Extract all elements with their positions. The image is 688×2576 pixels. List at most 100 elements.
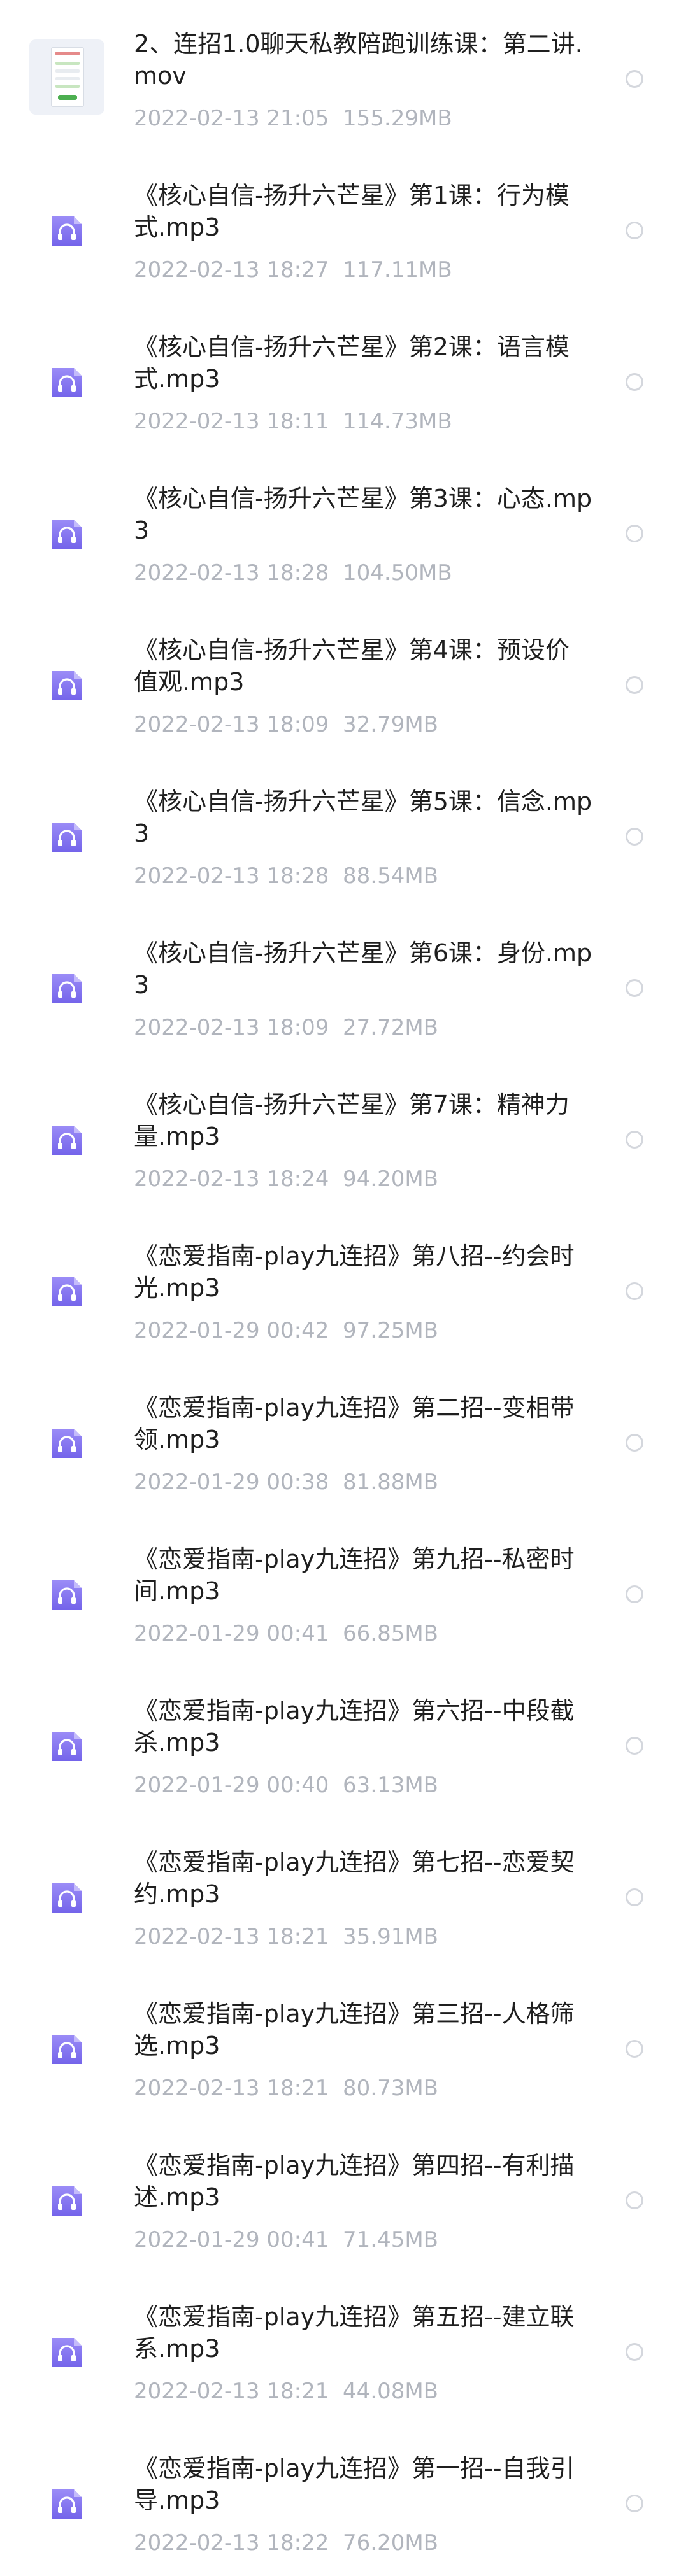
file-size: 80.73MB: [343, 2076, 439, 2101]
file-date: 2022-02-13: [134, 1924, 260, 1950]
file-name: 《核心自信-扬升六芒星》第5课：信念.mp3: [134, 788, 592, 847]
file-name: 《恋爱指南-play九连招》第九招--私密时间.mp3: [134, 1545, 575, 1605]
file-size: 155.29MB: [343, 106, 452, 131]
file-list-item[interactable]: 《恋爱指南-play九连招》第九招--私密时间.mp3 2022-01-29 00…: [0, 1515, 688, 1667]
select-radio-icon[interactable]: [626, 1434, 643, 1452]
select-radio-icon[interactable]: [626, 525, 643, 542]
file-meta: 2022-02-13 18:09 27.72MB: [134, 1015, 438, 1040]
headphones-icon: [48, 667, 85, 704]
headphones-icon: [48, 213, 85, 250]
file-time: 18:24: [266, 1166, 329, 1192]
file-date: 2022-01-29: [134, 1318, 260, 1343]
file-list-item[interactable]: 《恋爱指南-play九连招》第一招--自我引导.mp3 2022-02-13 18…: [0, 2424, 688, 2576]
file-name: 《恋爱指南-play九连招》第五招--建立联系.mp3: [134, 2303, 575, 2363]
headphones-icon: [48, 1122, 85, 1159]
file-list-item[interactable]: 《恋爱指南-play九连招》第七招--恋爱契约.mp3 2022-02-13 18…: [0, 1818, 688, 1970]
headphones-icon: [48, 819, 85, 856]
file-list-item[interactable]: 《核心自信-扬升六芒星》第1课：行为模式.mp3 2022-02-13 18:27…: [0, 152, 688, 303]
file-size: 88.54MB: [343, 863, 439, 889]
file-name: 《核心自信-扬升六芒星》第2课：语言模式.mp3: [134, 333, 570, 393]
file-name: 《核心自信-扬升六芒星》第6课：身份.mp3: [134, 939, 592, 999]
file-list: 2、连招1.0聊天私教陪跑训练课：第二讲.mov 2022-02-13 21:05…: [0, 0, 688, 2576]
file-date: 2022-02-13: [134, 1166, 260, 1192]
file-meta: 2022-02-13 18:09 32.79MB: [134, 712, 438, 737]
file-time: 18:09: [266, 712, 329, 737]
file-time: 00:41: [266, 2227, 329, 2253]
headphones-icon: [48, 1879, 85, 1916]
select-radio-icon[interactable]: [626, 828, 643, 846]
select-radio-icon[interactable]: [626, 2343, 643, 2361]
headphones-icon: [48, 364, 85, 401]
file-list-item[interactable]: 《核心自信-扬升六芒星》第4课：预设价值观.mp3 2022-02-13 18:0…: [0, 606, 688, 758]
file-size: 66.85MB: [343, 1621, 439, 1646]
file-meta: 2022-01-29 00:41 66.85MB: [134, 1621, 438, 1646]
file-list-item[interactable]: 《恋爱指南-play九连招》第二招--变相带领.mp3 2022-01-29 00…: [0, 1364, 688, 1515]
select-radio-icon[interactable]: [626, 222, 643, 239]
file-name: 《恋爱指南-play九连招》第一招--自我引导.mp3: [134, 2454, 575, 2514]
file-date: 2022-02-13: [134, 409, 260, 434]
headphones-icon: [48, 2334, 85, 2371]
file-list-item[interactable]: 《恋爱指南-play九连招》第五招--建立联系.mp3 2022-02-13 18…: [0, 2273, 688, 2424]
file-list-item[interactable]: 《恋爱指南-play九连招》第六招--中段截杀.mp3 2022-01-29 00…: [0, 1667, 688, 1818]
file-meta: 2022-02-13 18:22 76.20MB: [134, 2530, 438, 2556]
file-size: 94.20MB: [343, 1166, 439, 1192]
file-date: 2022-02-13: [134, 257, 260, 283]
file-size: 27.72MB: [343, 1015, 439, 1040]
file-list-item[interactable]: 《恋爱指南-play九连招》第八招--约会时光.mp3 2022-01-29 00…: [0, 1212, 688, 1364]
select-radio-icon[interactable]: [626, 1585, 643, 1603]
headphones-icon: [48, 1425, 85, 1462]
file-time: 18:21: [266, 2076, 329, 2101]
file-name: 《恋爱指南-play九连招》第四招--有利描述.mp3: [134, 2151, 575, 2211]
file-name: 《核心自信-扬升六芒星》第4课：预设价值观.mp3: [134, 636, 570, 696]
headphones-icon: [48, 2031, 85, 2068]
file-size: 44.08MB: [343, 2379, 439, 2404]
select-radio-icon[interactable]: [626, 1888, 643, 1906]
file-size: 117.11MB: [343, 257, 452, 283]
select-radio-icon[interactable]: [626, 979, 643, 997]
file-name: 《恋爱指南-play九连招》第二招--变相带领.mp3: [134, 1394, 575, 1454]
file-name: 《恋爱指南-play九连招》第三招--人格筛选.mp3: [134, 2000, 575, 2060]
file-meta: 2022-02-13 18:24 94.20MB: [134, 1166, 438, 1192]
file-list-item[interactable]: 2、连招1.0聊天私教陪跑训练课：第二讲.mov 2022-02-13 21:05…: [0, 0, 688, 152]
file-size: 63.13MB: [343, 1773, 439, 1798]
headphones-icon: [48, 970, 85, 1007]
select-radio-icon[interactable]: [626, 1282, 643, 1300]
file-size: 76.20MB: [343, 2530, 439, 2556]
select-radio-icon[interactable]: [626, 2191, 643, 2209]
file-time: 18:21: [266, 1924, 329, 1950]
headphones-icon: [48, 516, 85, 553]
file-list-item[interactable]: 《核心自信-扬升六芒星》第2课：语言模式.mp3 2022-02-13 18:11…: [0, 303, 688, 455]
file-meta: 2022-01-29 00:38 81.88MB: [134, 1469, 438, 1495]
select-radio-icon[interactable]: [626, 2495, 643, 2512]
file-list-item[interactable]: 《恋爱指南-play九连招》第三招--人格筛选.mp3 2022-02-13 18…: [0, 1970, 688, 2121]
headphones-icon: [48, 2486, 85, 2523]
file-time: 00:42: [266, 1318, 329, 1343]
file-meta: 2022-02-13 18:28 104.50MB: [134, 560, 452, 586]
file-size: 104.50MB: [343, 560, 452, 586]
file-name: 《恋爱指南-play九连招》第八招--约会时光.mp3: [134, 1242, 575, 1302]
file-date: 2022-01-29: [134, 2227, 260, 2253]
file-name: 《核心自信-扬升六芒星》第7课：精神力量.mp3: [134, 1091, 570, 1150]
select-radio-icon[interactable]: [626, 1737, 643, 1755]
file-time: 18:28: [266, 863, 329, 889]
file-time: 21:05: [266, 106, 329, 131]
file-list-item[interactable]: 《核心自信-扬升六芒星》第5课：信念.mp3 2022-02-13 18:28 8…: [0, 758, 688, 909]
select-radio-icon[interactable]: [626, 676, 643, 694]
select-radio-icon[interactable]: [626, 1131, 643, 1149]
file-list-item[interactable]: 《恋爱指南-play九连招》第四招--有利描述.mp3 2022-01-29 00…: [0, 2121, 688, 2273]
file-meta: 2022-02-13 21:05 155.29MB: [134, 106, 452, 131]
file-date: 2022-02-13: [134, 2379, 260, 2404]
file-time: 18:28: [266, 560, 329, 586]
file-list-item[interactable]: 《核心自信-扬升六芒星》第7课：精神力量.mp3 2022-02-13 18:24…: [0, 1061, 688, 1212]
file-meta: 2022-02-13 18:28 88.54MB: [134, 863, 438, 889]
file-date: 2022-02-13: [134, 2076, 260, 2101]
file-list-item[interactable]: 《核心自信-扬升六芒星》第6课：身份.mp3 2022-02-13 18:09 2…: [0, 909, 688, 1061]
headphones-icon: [48, 1273, 85, 1310]
select-radio-icon[interactable]: [626, 373, 643, 391]
select-radio-icon[interactable]: [626, 70, 643, 88]
file-date: 2022-02-13: [134, 712, 260, 737]
file-time: 00:40: [266, 1773, 329, 1798]
file-list-item[interactable]: 《核心自信-扬升六芒星》第3课：心态.mp3 2022-02-13 18:28 1…: [0, 455, 688, 606]
file-meta: 2022-01-29 00:42 97.25MB: [134, 1318, 438, 1343]
select-radio-icon[interactable]: [626, 2040, 643, 2058]
